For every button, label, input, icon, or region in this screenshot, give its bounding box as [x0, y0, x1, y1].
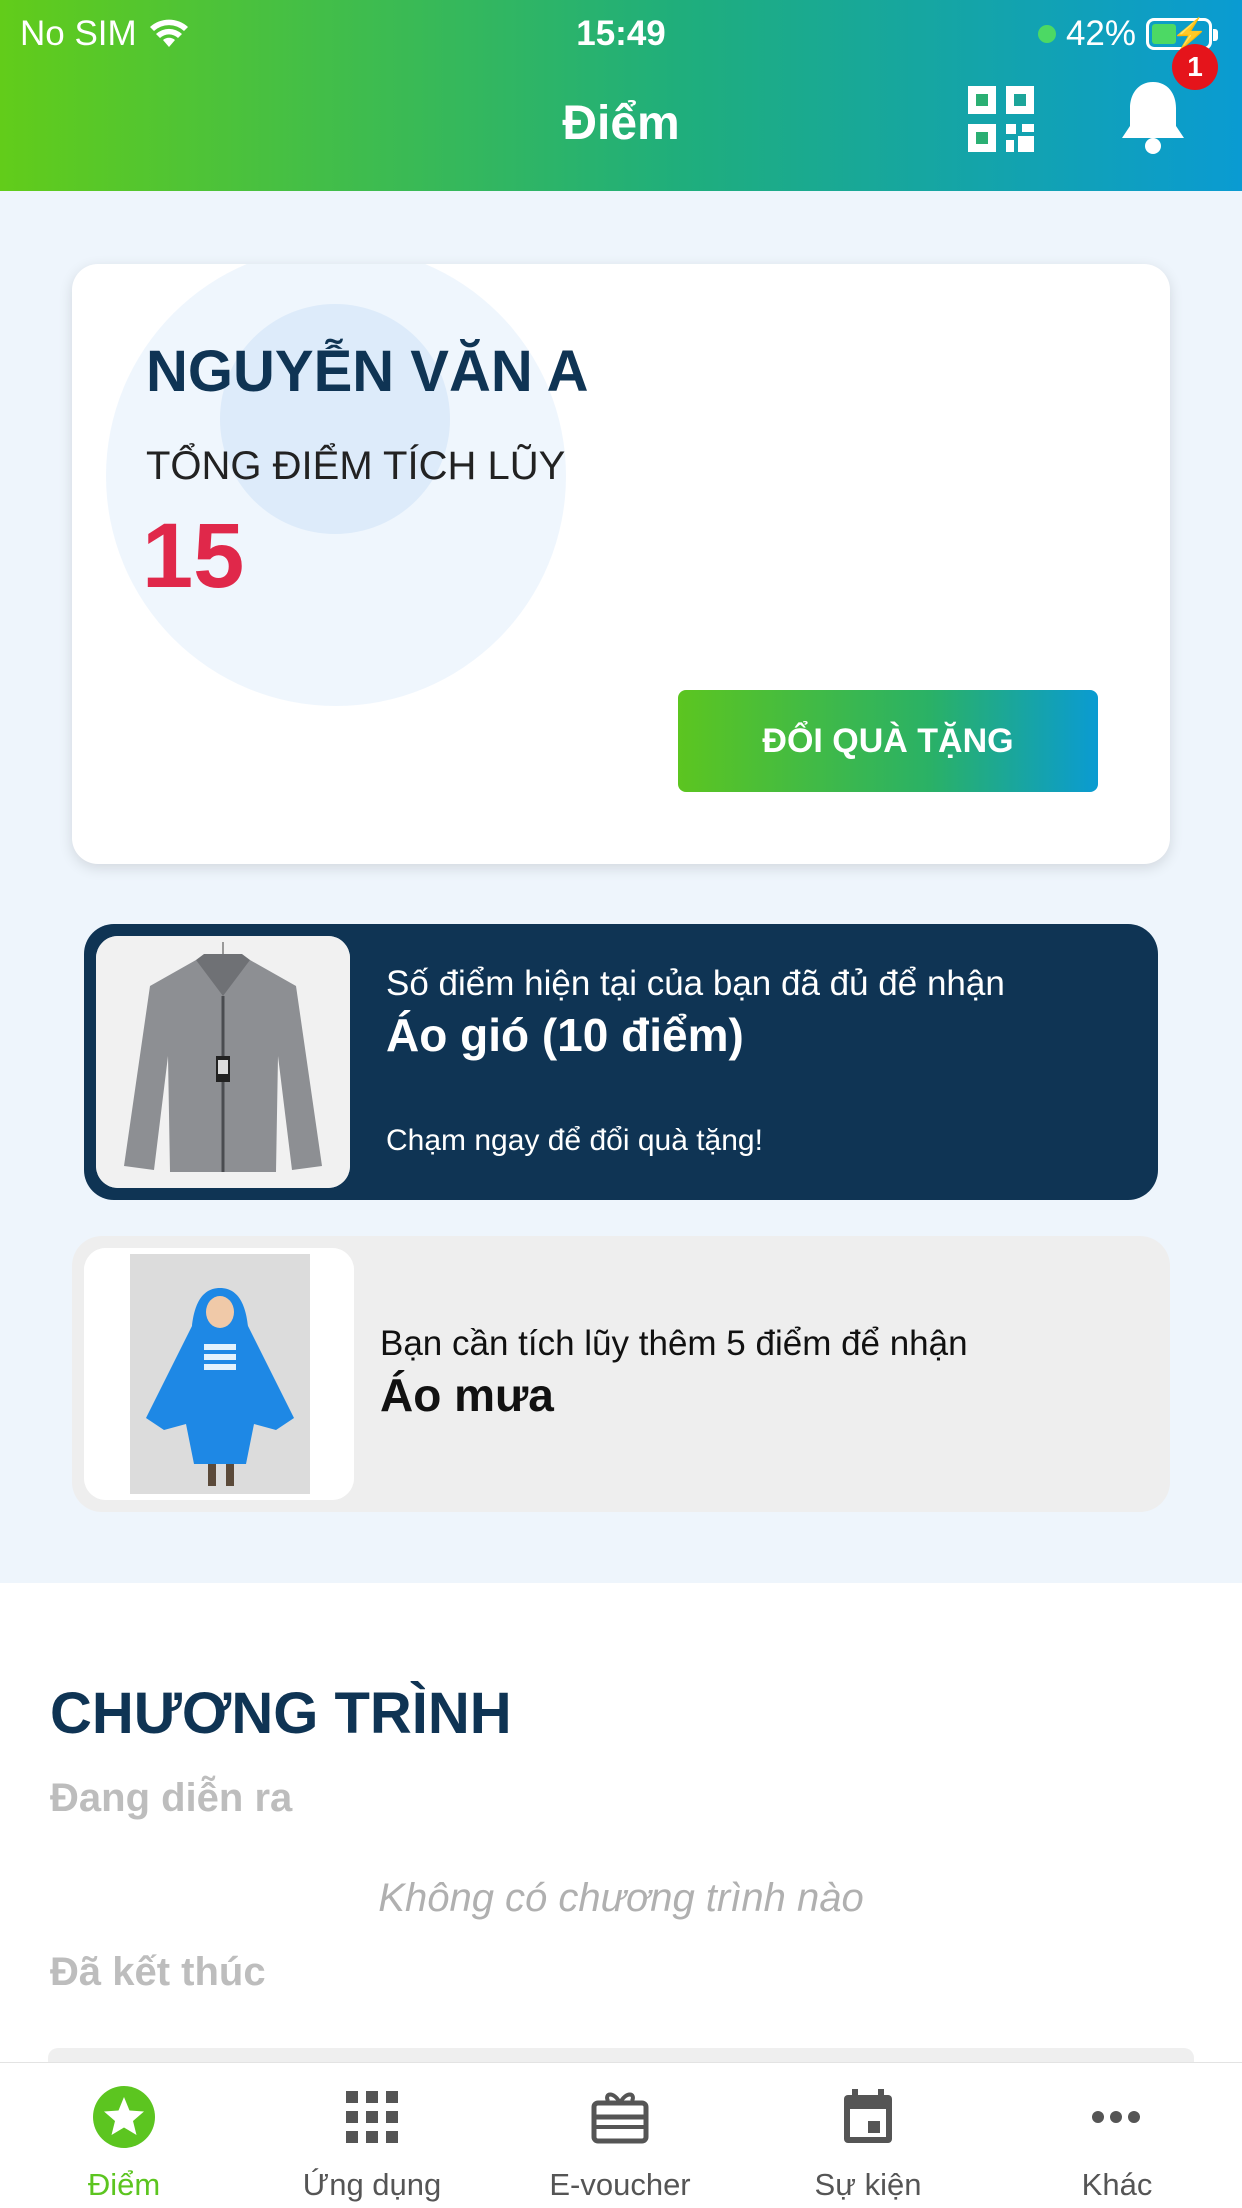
qr-code-icon[interactable] — [966, 84, 1036, 154]
gift-cta-text: Chạm ngay để đổi quà tặng! — [386, 1124, 763, 1157]
notification-badge: 1 — [1172, 44, 1218, 90]
tab-label: Ứng dụng — [302, 2167, 442, 2202]
gift-card-available[interactable]: Số điểm hiện tại của bạn đã đủ để nhận Á… — [84, 924, 1158, 1200]
ongoing-label: Đang diễn ra — [50, 1776, 293, 1820]
more-icon — [1092, 2111, 1140, 2123]
jacket-image — [96, 936, 350, 1188]
header: No SIM 15:49 42% ⚡ Điểm 1 — [0, 0, 1242, 191]
tab-label: Điểm — [87, 2167, 161, 2202]
redeem-gift-button[interactable]: ĐỔI QUÀ TẶNG — [678, 690, 1098, 792]
gift-name: Áo mưa — [380, 1369, 554, 1421]
tab-apps[interactable]: Ứng dụng — [248, 2063, 496, 2208]
tab-more[interactable]: Khác — [992, 2063, 1242, 2208]
total-points-label: TỔNG ĐIỂM TÍCH LŨY — [146, 444, 566, 488]
programs-title: CHƯƠNG TRÌNH — [50, 1681, 512, 1746]
gift-name: Áo gió (10 điểm) — [386, 1009, 744, 1061]
apps-grid-icon — [346, 2091, 398, 2143]
status-bar: No SIM 15:49 42% ⚡ — [0, 10, 1242, 54]
tab-label: Sự kiện — [814, 2167, 922, 2202]
bell-icon[interactable] — [1118, 78, 1188, 158]
total-points-value: 15 — [142, 505, 245, 607]
gift-voucher-icon — [591, 2092, 649, 2144]
tab-points[interactable]: Điểm — [0, 2063, 248, 2208]
tab-label: E-voucher — [549, 2167, 691, 2202]
privacy-dot-icon — [1037, 25, 1056, 43]
battery-percent: 42% — [1065, 14, 1136, 53]
empty-state-text: Không có chương trình nào — [378, 1876, 864, 1920]
tab-label: Khác — [1081, 2167, 1153, 2202]
star-icon — [93, 2086, 155, 2148]
gift-card-locked[interactable]: Bạn cần tích lũy thêm 5 điểm để nhận Áo … — [72, 1236, 1170, 1512]
tab-bar: Điểm Ứng dụng E-voucher Sự kiện Khác — [0, 2062, 1242, 2208]
calendar-icon — [844, 2089, 892, 2143]
page-title: Điểm — [562, 97, 680, 150]
ended-label: Đã kết thúc — [50, 1950, 266, 1994]
gift-eligibility-text: Số điểm hiện tại của bạn đã đủ để nhận — [386, 964, 1005, 1003]
points-card: NGUYỄN VĂN A TỔNG ĐIỂM TÍCH LŨY 15 ĐỔI Q… — [72, 264, 1170, 864]
gift-requirement-text: Bạn cần tích lũy thêm 5 điểm để nhận — [380, 1324, 968, 1363]
raincoat-image — [84, 1248, 354, 1500]
tab-evoucher[interactable]: E-voucher — [496, 2063, 744, 2208]
tab-events[interactable]: Sự kiện — [744, 2063, 992, 2208]
user-name: NGUYỄN VĂN A — [146, 339, 589, 404]
